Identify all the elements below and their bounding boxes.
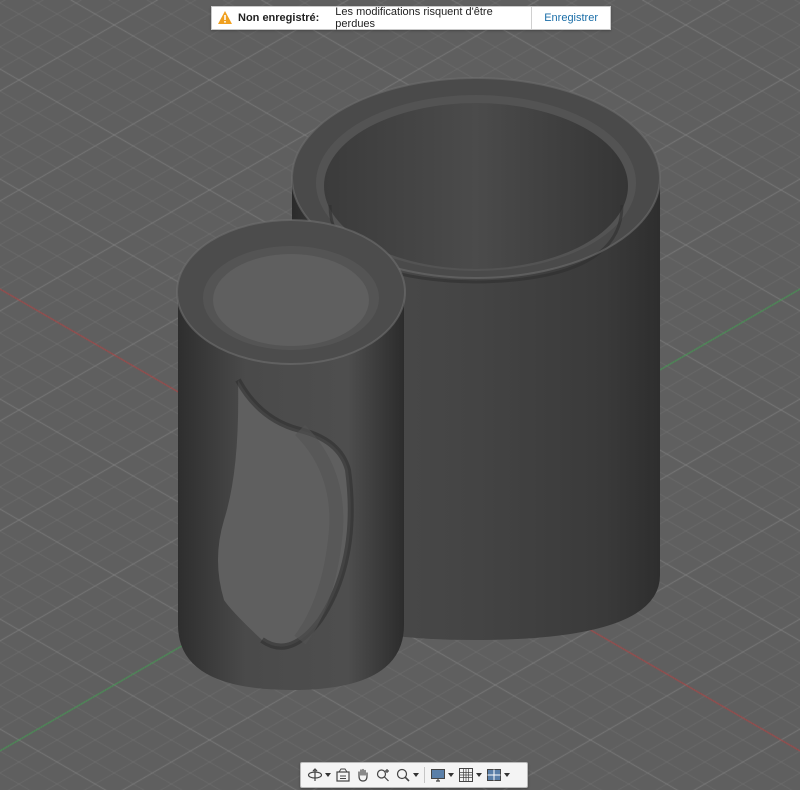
display-settings-icon xyxy=(431,769,445,782)
pan-button[interactable] xyxy=(353,765,373,785)
toolbar-divider xyxy=(424,767,425,783)
zoom-icon xyxy=(376,769,389,782)
fit-button[interactable] xyxy=(393,765,421,785)
grid-icon xyxy=(459,768,473,782)
viewports-icon xyxy=(487,769,501,781)
warning-triangle-icon xyxy=(218,11,232,24)
look-at-icon xyxy=(336,768,350,782)
grid-snaps-button[interactable] xyxy=(456,765,484,785)
viewports-button[interactable] xyxy=(484,765,512,785)
3d-viewport[interactable]: Non enregistré: Les modifications risque… xyxy=(0,0,800,798)
cup-handle xyxy=(176,219,406,690)
mug-model[interactable] xyxy=(0,0,800,798)
pan-hand-icon xyxy=(358,768,368,782)
look-at-button[interactable] xyxy=(333,765,353,785)
orbit-button[interactable] xyxy=(305,765,333,785)
zoom-button[interactable] xyxy=(373,765,393,785)
zoom-window-icon xyxy=(396,768,410,782)
orbit-icon xyxy=(307,768,323,781)
banner-title: Non enregistré: xyxy=(238,12,320,24)
unsaved-banner: Non enregistré: Les modifications risque… xyxy=(211,6,611,30)
display-settings-button[interactable] xyxy=(428,765,456,785)
save-button[interactable]: Enregistrer xyxy=(532,12,610,24)
banner-message: Les modifications risquent d'être perdue… xyxy=(335,6,493,30)
navigation-toolbar xyxy=(300,762,528,788)
bottom-strip xyxy=(0,790,800,798)
